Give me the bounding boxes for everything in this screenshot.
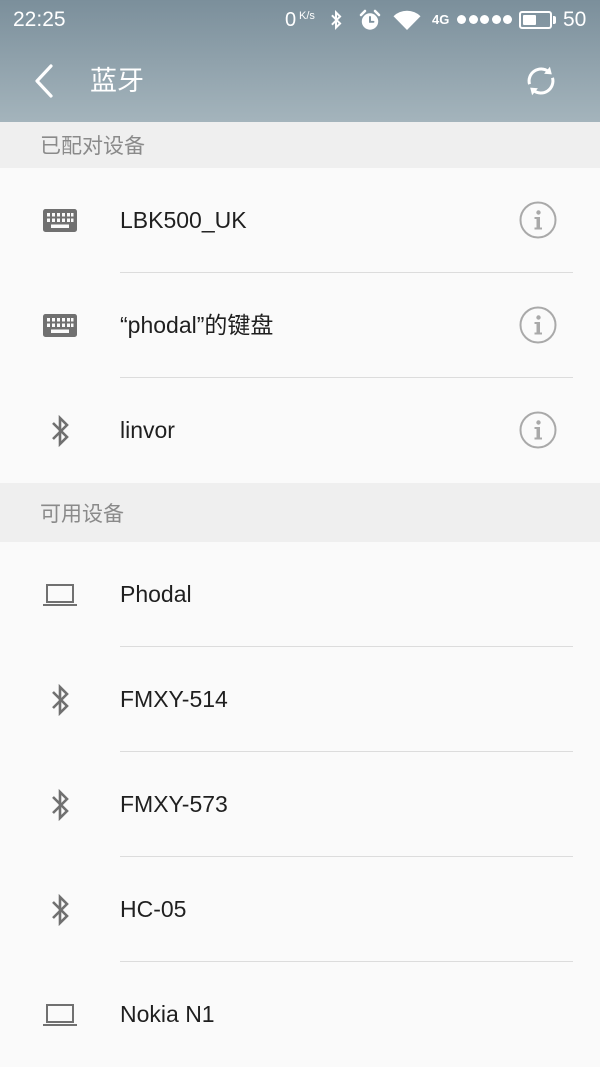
available-device-row[interactable]: HC-05 bbox=[0, 857, 600, 962]
page-title: 蓝牙 bbox=[90, 66, 144, 96]
info-icon bbox=[519, 411, 557, 449]
battery-icon bbox=[519, 11, 552, 29]
laptop-icon bbox=[40, 542, 80, 647]
device-name: FMXY-514 bbox=[120, 686, 228, 712]
available-device-row[interactable]: FMXY-514 bbox=[0, 647, 600, 752]
paired-device-row[interactable]: “phodal”的键盘 bbox=[0, 273, 600, 378]
bluetooth-icon bbox=[329, 9, 343, 36]
laptop-icon bbox=[40, 962, 80, 1067]
device-name: Nokia N1 bbox=[120, 1001, 215, 1027]
signal-dot bbox=[503, 15, 512, 24]
wifi-icon bbox=[393, 10, 421, 35]
refresh-icon bbox=[523, 63, 559, 99]
device-name: LBK500_UK bbox=[120, 207, 247, 233]
paired-device-row[interactable]: linvor bbox=[0, 378, 600, 483]
signal-dot bbox=[480, 15, 489, 24]
info-icon bbox=[519, 201, 557, 239]
available-devices-header: 可用设备 bbox=[0, 483, 600, 542]
back-icon bbox=[34, 64, 54, 98]
net-speed-value: 0 bbox=[285, 9, 297, 31]
keyboard-icon bbox=[40, 273, 80, 378]
device-info-button[interactable] bbox=[519, 306, 557, 344]
device-name: linvor bbox=[120, 417, 175, 443]
bluetooth-device-list: 已配对设备 LBK500_UK “phodal”的键盘 linvor 可用设备 … bbox=[0, 122, 600, 1067]
battery-fill bbox=[523, 15, 536, 25]
available-device-row[interactable]: Phodal bbox=[0, 542, 600, 647]
signal-dot bbox=[491, 15, 501, 24]
signal-strength bbox=[457, 15, 515, 25]
available-device-row[interactable]: FMXY-573 bbox=[0, 752, 600, 857]
device-name: “phodal”的键盘 bbox=[120, 312, 274, 338]
bluetooth-icon bbox=[40, 752, 80, 857]
alarm-icon bbox=[359, 9, 381, 36]
keyboard-icon bbox=[40, 168, 80, 273]
paired-devices-header: 已配对设备 bbox=[0, 122, 600, 168]
info-icon bbox=[519, 306, 557, 344]
bluetooth-icon bbox=[40, 857, 80, 962]
back-button[interactable] bbox=[30, 62, 58, 100]
status-time: 22:25 bbox=[13, 8, 66, 31]
network-type: 4G bbox=[432, 12, 450, 27]
paired-device-row[interactable]: LBK500_UK bbox=[0, 168, 600, 273]
device-name: Phodal bbox=[120, 581, 192, 607]
bluetooth-icon bbox=[40, 647, 80, 752]
available-device-row[interactable]: Nokia N1 bbox=[0, 962, 600, 1067]
bluetooth-icon bbox=[40, 378, 80, 483]
status-bar: 22:25 0 K/s 4G 50 bbox=[0, 0, 600, 40]
refresh-button[interactable] bbox=[522, 62, 560, 100]
signal-dot bbox=[468, 15, 478, 24]
app-bar: 蓝牙 bbox=[0, 40, 600, 122]
battery-level: 50 bbox=[563, 8, 587, 31]
battery-nub bbox=[553, 16, 556, 24]
device-name: HC-05 bbox=[120, 896, 187, 922]
signal-dot bbox=[457, 15, 466, 24]
device-name: FMXY-573 bbox=[120, 791, 228, 817]
net-speed-unit: K/s bbox=[299, 10, 315, 22]
device-info-button[interactable] bbox=[519, 411, 557, 449]
device-info-button[interactable] bbox=[519, 201, 557, 239]
header: 22:25 0 K/s 4G 50 蓝牙 bbox=[0, 0, 600, 122]
